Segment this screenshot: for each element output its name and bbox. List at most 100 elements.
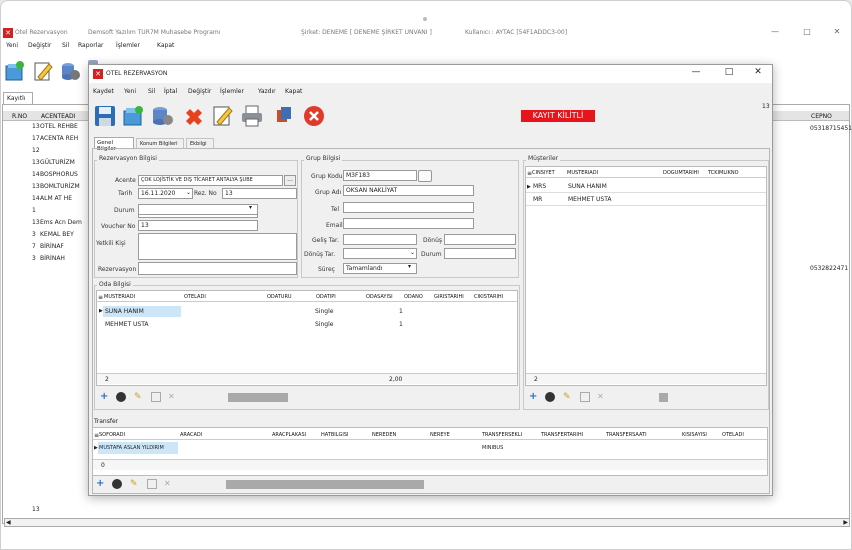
- table-row[interactable]: MEHMET USTA Single 1: [97, 319, 517, 330]
- table-row[interactable]: 17 ACENTA REH: [2, 133, 92, 144]
- transfer-header-plaka[interactable]: ARACPLAKASI: [272, 432, 306, 438]
- transfer-header-tarihi[interactable]: TRANSFERTARIHI: [541, 432, 583, 438]
- grup-kodu-button[interactable]: [418, 170, 432, 182]
- gelis-field[interactable]: [343, 234, 417, 245]
- table-row[interactable]: 13 BOMLTURİZM: [2, 181, 92, 192]
- transfer-header-hat[interactable]: HATBILGISI: [321, 432, 349, 438]
- oda-edit-icon[interactable]: ✎: [134, 392, 144, 402]
- aciklama-field[interactable]: [138, 262, 297, 275]
- outer-maximize-button[interactable]: □: [800, 27, 814, 39]
- dialog-close-button[interactable]: ✕: [751, 67, 765, 81]
- scroll-left-icon[interactable]: ◀: [6, 519, 11, 526]
- outer-grid-header-acente[interactable]: ACENTEADI: [41, 113, 75, 120]
- oda-header-giristarihi[interactable]: GIRISTARIHI: [434, 294, 464, 300]
- transfer-header-kisi[interactable]: KISISAYISI: [682, 432, 707, 438]
- tarih-dropdown-icon[interactable]: ⌄: [186, 189, 191, 196]
- new-icon[interactable]: [121, 104, 145, 128]
- dialog-menu-kaydet[interactable]: Kaydet: [93, 88, 114, 95]
- dialog-minimize-button[interactable]: —: [689, 67, 703, 81]
- oda-remove-icon[interactable]: [116, 392, 126, 402]
- durum-select[interactable]: [138, 204, 258, 215]
- transfer-header-nereye[interactable]: NEREYE: [430, 432, 450, 438]
- oda-header-odano[interactable]: ODANO: [404, 294, 423, 300]
- musteriler-header-tckimlik[interactable]: TCKIMLIKNO: [708, 170, 739, 176]
- oda-header-odaturu[interactable]: ODATURU: [267, 294, 292, 300]
- transfer-remove-icon[interactable]: [112, 479, 122, 489]
- oda-header-cikistarihi[interactable]: CIKISTARIHI: [474, 294, 503, 300]
- musteri-scroll-thumb[interactable]: [659, 393, 668, 402]
- table-row[interactable]: 3 BİRİNAH: [2, 253, 92, 264]
- tel-field[interactable]: [343, 202, 474, 213]
- transfer-header-otel[interactable]: OTELADI: [722, 432, 744, 438]
- rez-no-field[interactable]: 13: [222, 188, 297, 199]
- outer-grid-header-rno[interactable]: R.NO: [12, 113, 27, 120]
- database-icon[interactable]: [150, 104, 174, 128]
- delete-record-icon[interactable]: [59, 60, 81, 82]
- tools-icon[interactable]: [272, 104, 296, 128]
- tab-genel-bilgiler[interactable]: Genel Bilgiler: [94, 137, 134, 152]
- grup-durum-field[interactable]: [444, 248, 516, 259]
- transfer-save-icon[interactable]: [147, 479, 157, 489]
- table-row[interactable]: ▶ SUNA HANIM Single 1: [97, 306, 517, 317]
- musteriler-header-ad[interactable]: MUSTERIADI: [567, 170, 598, 176]
- outer-menu-degistir[interactable]: Değiştir: [28, 42, 51, 49]
- edit-icon[interactable]: [211, 104, 235, 128]
- table-row[interactable]: 12: [2, 145, 92, 156]
- outer-close-button[interactable]: ✕: [830, 27, 844, 39]
- oda-header-odatipi[interactable]: ODATIPI: [316, 294, 336, 300]
- outer-tab-kayitli[interactable]: Kayıtlı: [3, 92, 33, 104]
- acente-lookup-button[interactable]: ...: [284, 175, 296, 186]
- durum-extra-field[interactable]: [138, 215, 258, 218]
- outer-grid-header-cepno[interactable]: CEPNO: [811, 113, 832, 120]
- dialog-menu-islemler[interactable]: İşlemler: [220, 88, 244, 95]
- musteri-save-icon[interactable]: [580, 392, 590, 402]
- transfer-add-icon[interactable]: +: [96, 479, 106, 489]
- durum-dropdown-icon[interactable]: ▾: [249, 204, 252, 211]
- musteri-edit-icon[interactable]: ✎: [563, 392, 573, 402]
- musteri-remove-icon[interactable]: [545, 392, 555, 402]
- transfer-scroll-thumb[interactable]: [226, 480, 424, 489]
- outer-menu-sil[interactable]: Sil: [62, 42, 69, 49]
- table-row[interactable]: 1: [2, 205, 92, 216]
- table-row[interactable]: 13 Ems Acn Dem: [2, 217, 92, 228]
- outer-menu-kapat[interactable]: Kapat: [157, 42, 174, 49]
- oda-scroll-thumb[interactable]: [228, 393, 288, 402]
- donus-dropdown-icon[interactable]: ⌄: [410, 249, 415, 256]
- outer-menu-raporlar[interactable]: Raporlar: [78, 42, 103, 49]
- voucher-field[interactable]: 13: [138, 220, 258, 231]
- dongu-field[interactable]: [444, 234, 516, 245]
- yetkili-field[interactable]: [138, 233, 297, 260]
- transfer-header-sofor[interactable]: SOFORADI: [99, 432, 125, 438]
- musteriler-header-dogum[interactable]: DOGUMTARIHI: [663, 170, 699, 176]
- table-row[interactable]: 13 OTEL REHBE: [2, 121, 92, 132]
- close-circle-icon[interactable]: [302, 104, 326, 128]
- dialog-menu-kapat[interactable]: Kapat: [285, 88, 302, 95]
- transfer-header-saati[interactable]: TRANSFERSAATI: [606, 432, 647, 438]
- dialog-menu-degistir[interactable]: Değiştir: [188, 88, 211, 95]
- dialog-menu-yazdir[interactable]: Yazdır: [258, 88, 276, 95]
- new-record-icon[interactable]: [4, 60, 26, 82]
- outer-menu-islemler[interactable]: İşlemler: [116, 42, 140, 49]
- table-row[interactable]: ▶ MUSTAFA ASLAN YILDIRIM MINIBUS: [93, 442, 767, 454]
- dialog-menu-iptal[interactable]: İptal: [164, 88, 177, 95]
- surec-select[interactable]: Tamamlandı: [343, 263, 417, 274]
- dialog-maximize-button[interactable]: □: [722, 67, 736, 81]
- oda-add-icon[interactable]: +: [100, 392, 110, 402]
- oda-save-icon[interactable]: [151, 392, 161, 402]
- dialog-menu-yeni[interactable]: Yeni: [124, 88, 136, 95]
- transfer-edit-icon[interactable]: ✎: [130, 479, 140, 489]
- musteri-add-icon[interactable]: +: [529, 392, 539, 402]
- tab-konum-bilgileri[interactable]: Konum Bilgileri: [136, 138, 184, 148]
- dialog-menu-sil[interactable]: Sil: [148, 88, 155, 95]
- table-row[interactable]: 14 ALM AT HE: [2, 193, 92, 204]
- email-field[interactable]: [343, 218, 474, 229]
- oda-header-oteladi[interactable]: OTELADI: [184, 294, 206, 300]
- donus-field[interactable]: [343, 248, 417, 259]
- transfer-header-sekli[interactable]: TRANSFERSEKLI: [482, 432, 522, 438]
- table-row[interactable]: 3 KEMAL BEY: [2, 229, 92, 240]
- table-row[interactable]: MR MEHMET USTA: [526, 194, 766, 206]
- save-icon[interactable]: [93, 104, 117, 128]
- transfer-cancel-icon[interactable]: ✕: [164, 479, 174, 489]
- surec-dropdown-icon[interactable]: ▾: [408, 263, 411, 270]
- table-row[interactable]: ▶ MRS SUNA HANIM: [526, 181, 766, 193]
